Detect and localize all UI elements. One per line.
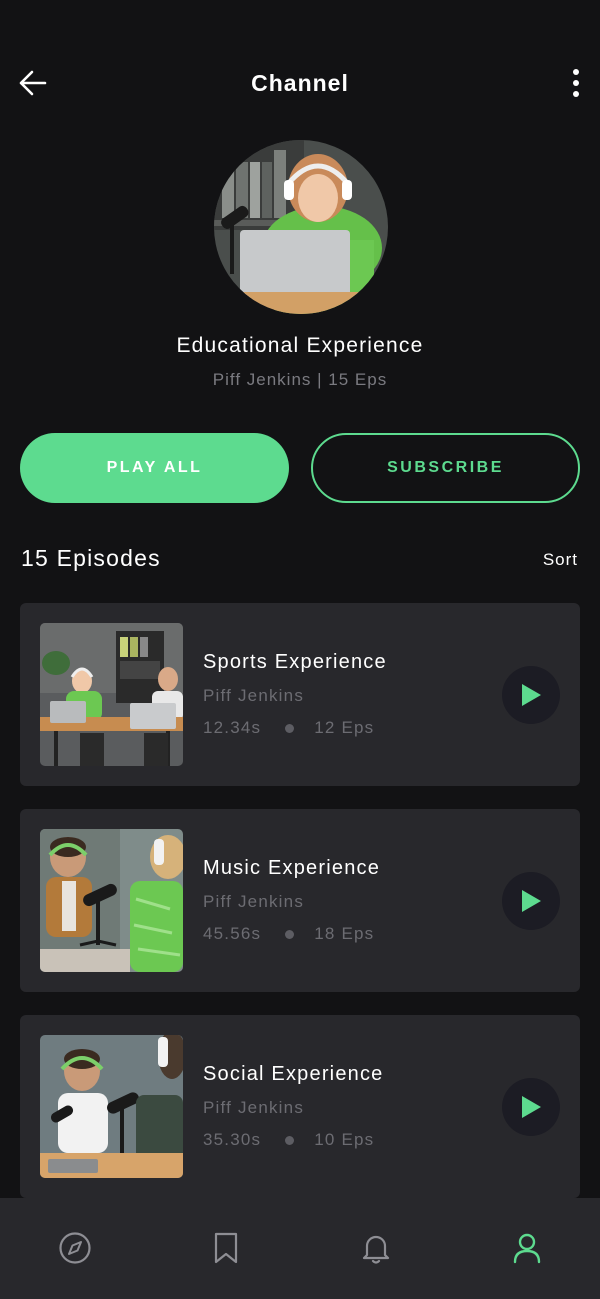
play-button[interactable] <box>502 872 560 930</box>
nav-profile[interactable] <box>509 1230 545 1266</box>
episode-meta: 45.56s 18 Eps <box>203 924 374 944</box>
separator-dot <box>285 1135 295 1145</box>
nav-bookmarks[interactable] <box>208 1230 244 1266</box>
episode-author: Piff Jenkins <box>203 892 305 911</box>
subscribe-button[interactable]: SUBSCRIBE <box>311 433 580 503</box>
compass-icon <box>59 1232 91 1264</box>
episode-thumbnail <box>40 829 183 972</box>
play-button[interactable] <box>502 666 560 724</box>
user-icon <box>513 1233 541 1264</box>
channel-title: Educational Experience <box>176 334 424 357</box>
page-title: Channel <box>251 70 349 96</box>
play-icon <box>522 890 541 912</box>
more-vertical-icon <box>573 69 579 97</box>
episode-count: 10 Eps <box>314 1130 375 1149</box>
channel-avatar <box>214 140 388 314</box>
bell-icon <box>362 1235 390 1264</box>
episode-title: Music Experience <box>203 857 381 879</box>
episode-count: 12 Eps <box>314 718 375 737</box>
episodes-heading: 15 Episodes <box>21 545 161 571</box>
play-all-button[interactable]: PLAY ALL <box>20 433 289 503</box>
episode-count: 18 Eps <box>314 924 375 943</box>
episode-thumbnail <box>40 1035 183 1178</box>
separator-dot <box>285 929 295 939</box>
nav-notifications[interactable] <box>358 1230 394 1266</box>
episode-title: Social Experience <box>203 1063 384 1085</box>
top-app-bar: Channel <box>0 52 600 114</box>
nav-explore[interactable] <box>57 1230 93 1266</box>
channel-subtitle: Piff Jenkins | 15 Eps <box>212 370 388 389</box>
more-options-button[interactable] <box>566 66 586 100</box>
episode-author: Piff Jenkins <box>203 686 305 705</box>
play-icon <box>522 1096 541 1118</box>
episode-meta: 35.30s 10 Eps <box>203 1130 374 1150</box>
sort-button[interactable]: Sort <box>543 550 578 570</box>
separator-dot <box>285 723 295 733</box>
episode-duration: 45.56s <box>203 924 262 943</box>
episode-thumbnail <box>40 623 183 766</box>
episode-author: Piff Jenkins <box>203 1098 305 1117</box>
play-icon <box>522 684 541 706</box>
play-button[interactable] <box>502 1078 560 1136</box>
bookmark-icon <box>214 1232 238 1264</box>
episode-title: Sports Experience <box>203 651 387 673</box>
episode-card[interactable]: Music Experience Piff Jenkins 45.56s 18 … <box>20 809 580 992</box>
episode-card[interactable]: Social Experience Piff Jenkins 35.30s 10… <box>20 1015 580 1198</box>
episode-duration: 35.30s <box>203 1130 262 1149</box>
episode-card[interactable]: Sports Experience Piff Jenkins 12.34s 12… <box>20 603 580 786</box>
bottom-nav <box>0 1198 600 1299</box>
episode-meta: 12.34s 12 Eps <box>203 718 374 738</box>
episode-duration: 12.34s <box>203 718 262 737</box>
